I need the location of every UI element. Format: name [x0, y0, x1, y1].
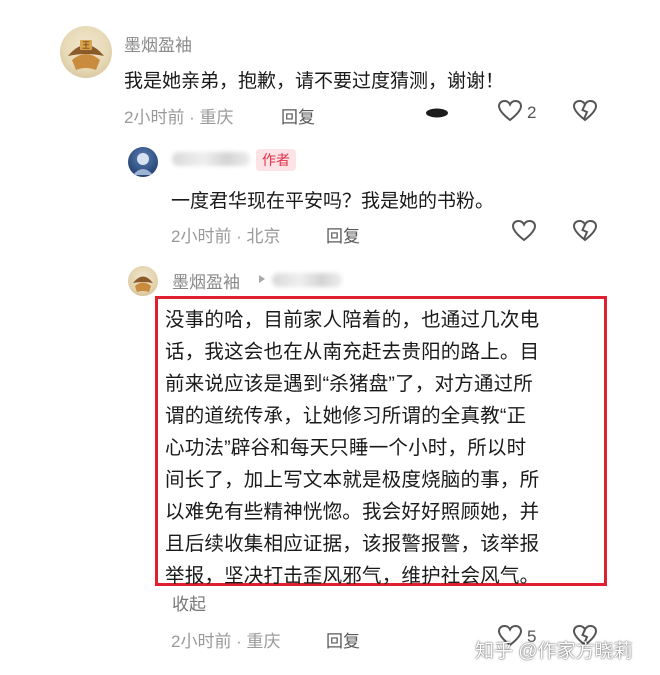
comment-time-location: 2小时前 · 重庆	[171, 632, 281, 651]
comment-text-line: 且后续收集相应证据，该报警报警，该举报	[165, 533, 540, 555]
svg-text:王: 王	[82, 41, 90, 50]
comment-text: 一度君华现在平安吗？我是她的书粉。	[171, 191, 495, 212]
comment-text-line: 没事的哈，目前家人陪着的，也通过几次电	[165, 309, 540, 331]
collapse-button[interactable]: 收起	[172, 590, 206, 615]
comment-text-line: 前来说应该是遇到“杀猪盘”了，对方通过所	[165, 373, 533, 395]
comment-username[interactable]: 墨烟盈袖	[124, 31, 192, 56]
like-count: 2	[527, 103, 537, 122]
avatar[interactable]: 王	[60, 26, 112, 78]
comment-text-line: 间长了，加上写文本就是极度烧脑的事，所	[165, 469, 540, 491]
comment-text: 我是她亲弟，抱歉，请不要过度猜测，谢谢！	[124, 71, 505, 92]
comment-text-line: 以难免有些精神恍惚。我会好好照顾她，并	[165, 501, 540, 523]
dislike-icon[interactable]	[572, 99, 598, 123]
comment-text-line: 话，我这会也在从南充赶去贵阳的路上。目	[165, 341, 540, 363]
reply-button[interactable]: 回复	[326, 222, 360, 247]
blot-mark	[424, 106, 450, 120]
like-icon[interactable]	[511, 219, 537, 243]
comment-time-location: 2小时前 · 重庆	[124, 108, 234, 127]
reply-button[interactable]: 回复	[281, 103, 315, 128]
watermark: 知乎 @作家方晓莉	[475, 641, 633, 662]
author-avatar[interactable]	[128, 147, 158, 177]
avatar[interactable]	[128, 266, 158, 296]
author-username-blurred	[172, 152, 250, 166]
comment-text-line: 心功法”辟谷和每天只睡一个小时，所以时	[165, 437, 527, 459]
comment-text-line: 谓的道统传承，让她修习所谓的全真教“正	[165, 405, 527, 427]
comment-username[interactable]: 墨烟盈袖	[172, 268, 240, 293]
comment-time-location: 2小时前 · 北京	[171, 227, 281, 246]
reply-target-username-blurred	[272, 273, 342, 287]
reply-arrow-icon	[257, 274, 267, 284]
comment-text-line: 举报，坚决打击歪风邪气，维护社会风气。	[165, 565, 540, 587]
author-tag: 作者	[256, 149, 296, 171]
like-icon[interactable]	[497, 99, 523, 123]
reply-button[interactable]: 回复	[326, 627, 360, 652]
dislike-icon[interactable]	[572, 219, 598, 243]
